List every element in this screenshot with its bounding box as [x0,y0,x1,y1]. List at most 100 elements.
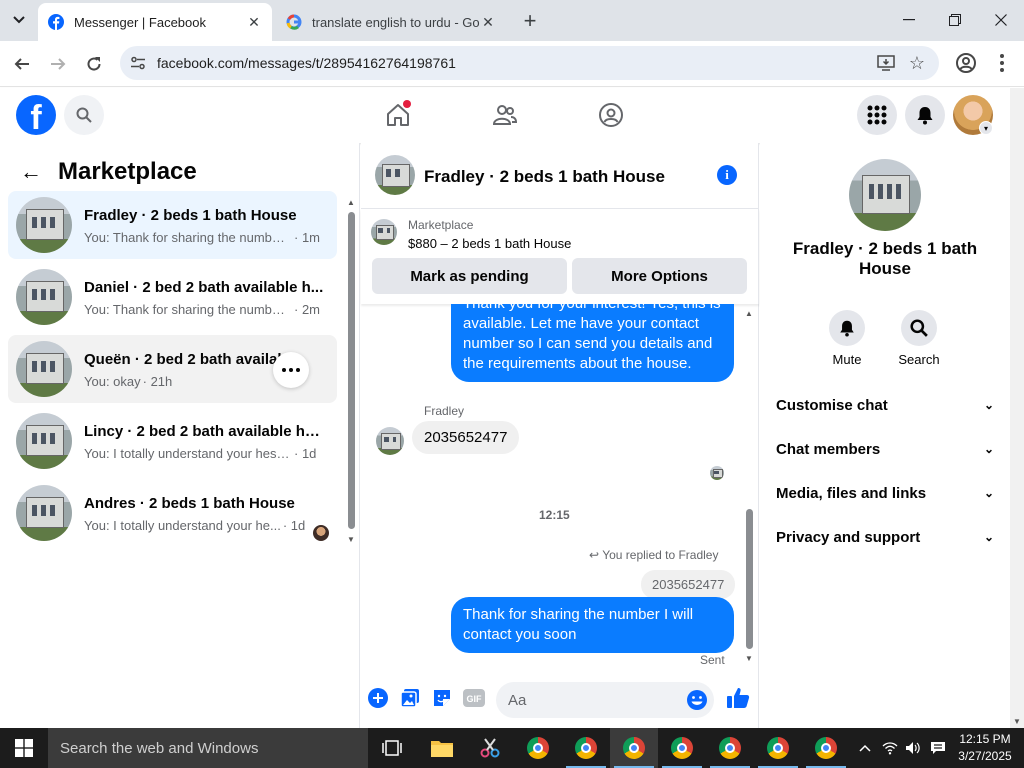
thread-scrollbar[interactable]: ▲ ▼ [744,309,754,669]
chrome-taskbar-button[interactable] [658,728,706,768]
conversation-name: Andres · 2 beds 1 bath House [84,495,295,512]
scroll-up-arrow-icon[interactable]: ▲ [745,309,753,318]
section-customise-chat[interactable]: Customise chat ⌄ [776,387,994,423]
browser-menu-button[interactable] [994,50,1010,76]
sticker-button[interactable] [431,687,453,709]
tab-messenger[interactable]: Messenger | Facebook ✕ [38,3,272,41]
more-options-button[interactable]: More Options [572,258,747,294]
info-icon[interactable]: i [717,165,737,185]
chrome-taskbar-button[interactable] [754,728,802,768]
chevron-up-icon[interactable] [855,728,875,768]
section-media-files-links[interactable]: Media, files and links ⌄ [776,475,994,511]
outgoing-message[interactable]: Thank you for your interest! Yes, this i… [451,304,734,382]
tab-search-button[interactable] [6,7,32,33]
site-settings-icon[interactable] [130,55,146,71]
scroll-down-arrow-icon[interactable]: ▼ [1013,717,1021,726]
menu-button[interactable] [857,95,897,135]
chevron-down-icon[interactable]: ▾ [979,121,993,135]
new-tab-button[interactable]: + [517,8,543,34]
forward-button[interactable] [44,50,72,78]
listing-thumbnail[interactable] [371,219,397,245]
details-title: Fradley · 2 beds 1 bath House [792,239,978,278]
sender-avatar[interactable] [376,427,404,455]
facebook-logo-icon[interactable]: f [16,95,56,135]
address-bar[interactable]: facebook.com/messages/t/2895416276419876… [120,46,939,80]
gif-icon: GIF [463,689,485,707]
scroll-up-arrow-icon[interactable]: ▲ [347,198,355,207]
close-icon[interactable]: ✕ [480,14,496,31]
notification-center-icon[interactable] [927,728,949,768]
reload-button[interactable] [80,50,108,78]
scroll-down-arrow-icon[interactable]: ▼ [347,535,355,544]
notifications-button[interactable] [905,95,945,135]
minimize-button[interactable] [886,0,932,40]
conversation-item[interactable]: Daniel · 2 bed 2 bath available h... You… [8,263,337,331]
chrome-taskbar-button[interactable] [802,728,850,768]
scroll-down-arrow-icon[interactable]: ▼ [745,654,753,663]
windows-logo-icon [15,739,33,757]
nav-friends[interactable] [488,98,522,132]
gif-button[interactable]: GIF [463,687,485,709]
url-text: facebook.com/messages/t/2895416276419876… [157,55,456,71]
back-arrow-icon[interactable]: ← [20,159,42,185]
incoming-message[interactable]: 2035652477 [412,421,520,454]
listing-photo[interactable] [849,159,921,231]
chat-title[interactable]: Fradley · 2 beds 1 bath House [424,167,665,187]
chrome-taskbar-button[interactable] [706,728,754,768]
quoted-message[interactable]: 2035652477 [641,570,736,599]
tab-google-translate[interactable]: translate english to urdu - Goo ✕ [276,3,506,41]
add-attachment-button[interactable] [367,687,389,709]
chat-thumbnail[interactable] [375,155,415,195]
message-input[interactable] [496,682,666,718]
nav-home[interactable] [381,98,415,132]
grid-menu-icon [867,105,887,125]
facebook-search-button[interactable] [64,95,104,135]
chrome-taskbar-button[interactable] [514,728,562,768]
attach-photo-button[interactable] [399,687,421,709]
send-like-button[interactable] [725,687,751,709]
section-chat-members[interactable]: Chat members ⌄ [776,431,994,467]
scrollbar-thumb[interactable] [348,212,355,529]
taskbar-search[interactable]: Search the web and Windows [48,728,368,768]
browser-profile-button[interactable] [953,50,979,79]
install-app-icon[interactable] [877,54,895,72]
scrollbar-thumb[interactable] [746,509,753,649]
tab-title: Messenger | Facebook [74,14,206,30]
conversation-item[interactable]: Fradley · 2 beds 1 bath House You: Thank… [8,191,337,259]
mark-as-pending-button[interactable]: Mark as pending [372,258,567,294]
conversation-item[interactable]: Queën · 2 bed 2 bath availab... You: oka… [8,335,337,403]
search-action[interactable]: Search [889,310,949,367]
restore-button[interactable] [932,0,978,40]
section-privacy-support[interactable]: Privacy and support ⌄ [776,519,994,555]
listing-price-title[interactable]: $880 – 2 beds 1 bath House [408,236,571,251]
chrome-taskbar-button[interactable] [610,728,658,768]
back-button[interactable] [8,50,36,78]
action-label: Mute [832,352,862,367]
snipping-tool-button[interactable] [466,728,514,768]
volume-icon[interactable] [903,728,923,768]
emoji-icon[interactable] [686,689,708,711]
conversation-list-scrollbar[interactable]: ▲ ▼ [347,198,356,544]
network-icon[interactable] [879,728,901,768]
groups-icon [599,103,623,127]
mute-action[interactable]: Mute [817,310,877,367]
close-icon[interactable]: ✕ [246,14,262,31]
outgoing-message[interactable]: Thank for sharing the number I will cont… [451,597,734,653]
browser-toolbar: facebook.com/messages/t/2895416276419876… [0,41,1024,87]
panel-header: ← Marketplace [20,158,197,186]
file-explorer-button[interactable] [418,728,466,768]
conversation-options-button[interactable] [273,352,309,388]
conversation-name: Fradley · 2 beds 1 bath House [84,207,297,224]
chrome-taskbar-button[interactable] [562,728,610,768]
start-button[interactable] [0,728,48,768]
task-view-icon [382,740,402,756]
task-view-button[interactable] [368,728,416,768]
system-clock[interactable]: 12:15 PM 3/27/2025 [955,731,1015,765]
page-scrollbar[interactable]: ▼ [1010,88,1024,728]
bookmark-star-icon[interactable]: ☆ [909,53,925,74]
close-window-button[interactable] [978,0,1024,40]
conversation-item[interactable]: Lincy · 2 bed 2 bath available ho... You… [8,407,337,475]
nav-groups[interactable] [594,98,628,132]
conversation-item[interactable]: Andres · 2 beds 1 bath House You: I tota… [8,479,337,547]
windows-taskbar: Search the web and Windows 12:15 PM 3/27… [0,728,1024,768]
